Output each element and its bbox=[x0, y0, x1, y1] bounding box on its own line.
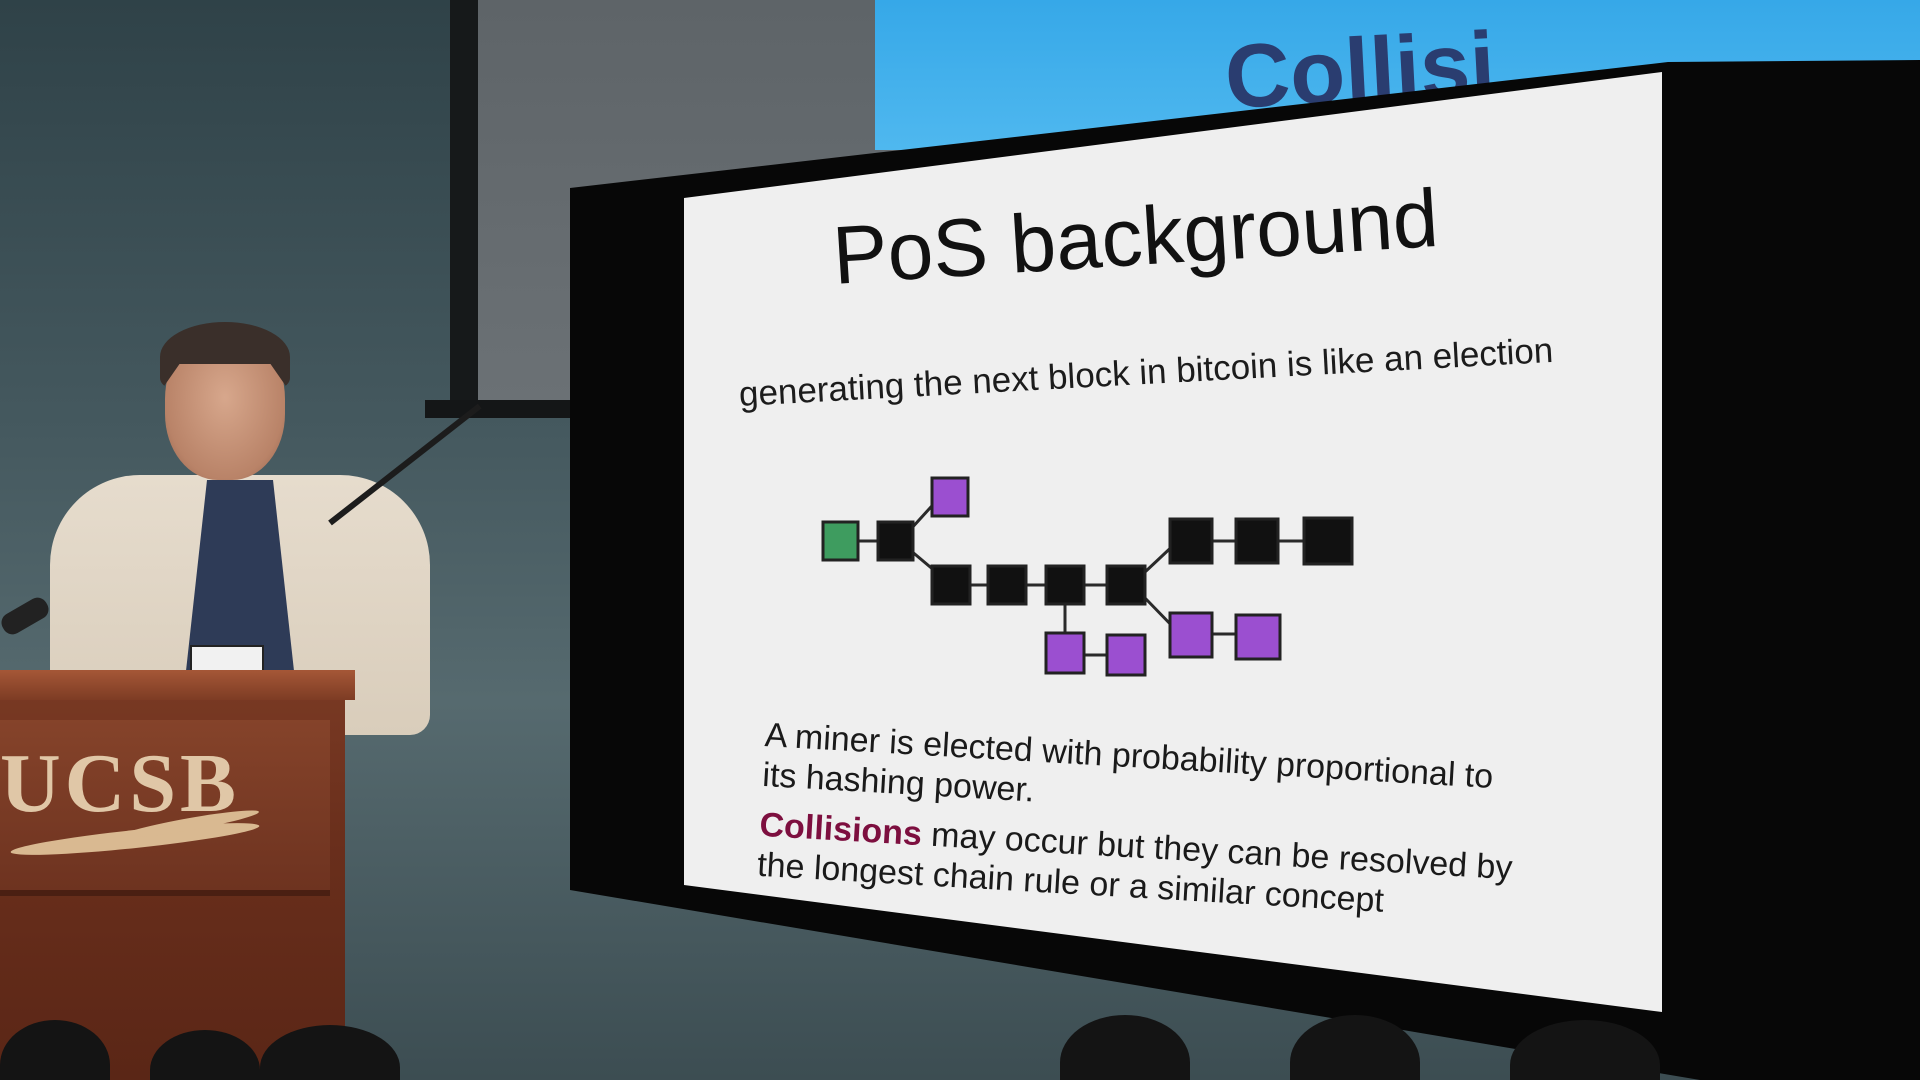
main-chain-block bbox=[986, 564, 1028, 606]
fork-block bbox=[1168, 611, 1214, 659]
fork-block bbox=[1234, 613, 1282, 661]
slide-frame bbox=[570, 60, 1920, 1080]
audience-head bbox=[1510, 1020, 1660, 1080]
fork-block bbox=[1044, 631, 1086, 675]
audience-head bbox=[150, 1030, 260, 1080]
fork-block bbox=[1105, 633, 1147, 677]
genesis-block bbox=[821, 520, 860, 562]
fork-block bbox=[930, 476, 970, 518]
main-chain-block bbox=[1168, 517, 1214, 565]
main-chain-block bbox=[1044, 564, 1086, 606]
conference-scene: Collisi UCSB PoS background generating t… bbox=[0, 0, 1920, 1080]
collisions-highlight: Collisions bbox=[758, 805, 923, 854]
audience-head bbox=[260, 1025, 400, 1080]
audience-head bbox=[1290, 1015, 1420, 1080]
slide-monitor: PoS background generating the next block… bbox=[0, 0, 1920, 1080]
main-chain-block bbox=[1302, 516, 1354, 566]
main-chain-block bbox=[876, 520, 915, 562]
main-chain-block bbox=[930, 564, 972, 606]
main-chain-block bbox=[1234, 517, 1280, 565]
audience-head bbox=[1060, 1015, 1190, 1080]
main-chain-block bbox=[1105, 564, 1147, 606]
audience bbox=[0, 1010, 1920, 1080]
audience-head bbox=[0, 1020, 110, 1080]
